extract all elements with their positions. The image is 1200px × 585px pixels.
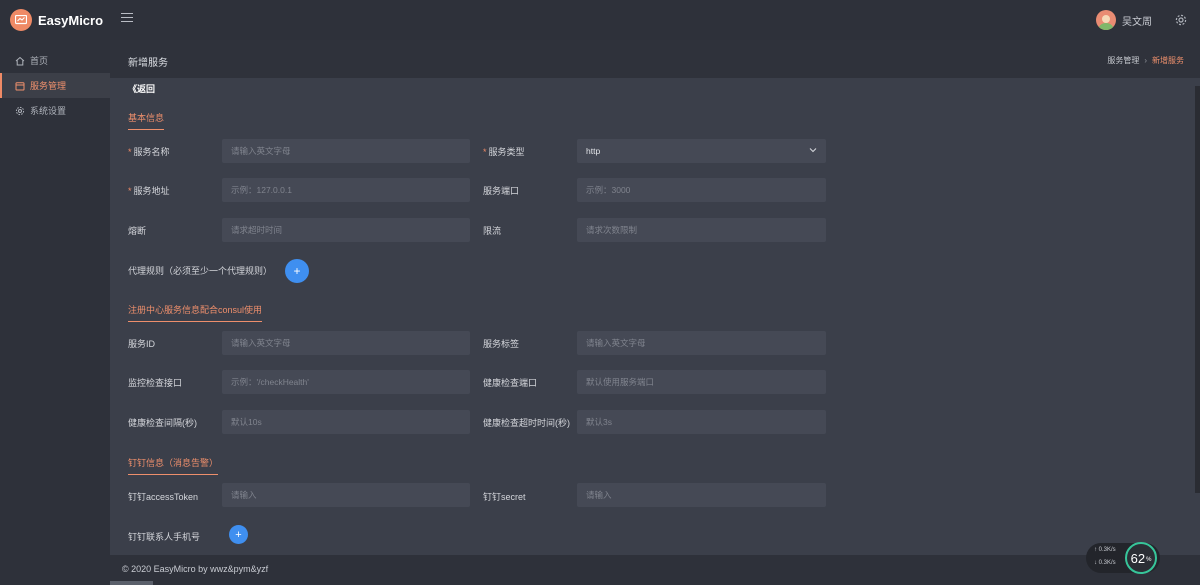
health-port-label: 健康检查端口 [483,378,538,388]
service-form: 《返回 基本信息 * 服务名称 请输入英文字母 * 服务类型 http * 服务地址 … [110,78,1195,555]
service-tags-label: 服务标签 [483,339,520,349]
chevron-down-icon [809,146,817,154]
chevron-right-icon: › [1144,56,1147,65]
service-address-label: * 服务地址 [128,186,170,196]
ding-token-input[interactable]: 请输入 [222,483,470,507]
proxy-rules-label: 代理规则（必须至少一个代理规则） [128,266,273,276]
memory-percent-ring: 62% [1125,542,1157,574]
app-name: EasyMicro [38,12,104,28]
sidebar-item-label: 服务管理 [30,81,67,91]
breadcrumb-current: 新增服务 [1152,56,1184,65]
net-speed-widget[interactable]: ↑ 0.3K/s ↓ 0.3K/s 62% [1086,542,1160,574]
calendar-icon [15,81,25,91]
download-speed: ↓ 0.3K/s [1094,560,1116,566]
sidebar-item-home[interactable]: 首页 [0,48,110,73]
sidebar-item-label: 首页 [30,56,49,66]
ding-phone-label: 钉钉联系人手机号 [128,532,201,542]
service-type-value: http [586,146,601,156]
ding-token-label: 钉钉accessToken [128,492,199,502]
sidebar: 首页 服务管理 系统设置 [0,40,110,585]
top-bar: EasyMicro 吴文周 [0,0,1200,40]
breadcrumb: 服务管理 › 新增服务 [1107,55,1184,66]
health-path-input[interactable]: 示例：'/checkHealth' [222,370,470,394]
content-header: 新增服务 服务管理 › 新增服务 [110,40,1200,78]
section-title-dingtalk: 钉钉信息（消息告警） [128,456,219,475]
health-interval-label: 健康检查间隔(秒) [128,418,197,428]
health-port-input[interactable]: 默认使用服务端口 [577,370,826,394]
rate-limit-label: 限流 [483,226,502,236]
sidebar-item-label: 系统设置 [30,106,67,116]
home-icon [15,56,25,66]
sidebar-item-system-settings[interactable]: 系统设置 [0,98,110,123]
service-tags-input[interactable]: 请输入英文字母 [577,331,826,355]
service-type-select[interactable]: http [577,139,826,163]
sidebar-item-service-management[interactable]: 服务管理 [0,73,110,98]
gear-icon[interactable] [1174,13,1188,27]
add-proxy-rule-button[interactable]: + [285,259,309,283]
add-phone-button[interactable]: + [229,525,248,544]
ding-secret-input[interactable]: 请输入 [577,483,826,507]
service-port-input[interactable]: 示例：3000 [577,178,826,202]
service-name-label: * 服务名称 [128,147,170,157]
service-address-input[interactable]: 示例：127.0.0.1 [222,178,470,202]
health-timeout-input[interactable]: 默认3s [577,410,826,434]
section-title-basic: 基本信息 [128,111,165,130]
app-logo[interactable]: EasyMicro [10,9,103,31]
service-id-input[interactable]: 请输入英文字母 [222,331,470,355]
breadcrumb-parent[interactable]: 服务管理 [1107,56,1139,65]
ding-secret-label: 钉钉secret [483,492,526,502]
scrollbar[interactable] [1195,86,1200,493]
rate-limit-input[interactable]: 请求次数限制 [577,218,826,242]
service-port-label: 服务端口 [483,186,520,196]
circuit-breaker-input[interactable]: 请求超时时间 [222,218,470,242]
upload-speed: ↑ 0.3K/s [1094,547,1116,553]
health-timeout-label: 健康检查超时时间(秒) [483,418,570,428]
user-menu[interactable]: 吴文周 [1096,10,1152,30]
health-path-label: 监控检查接口 [128,378,183,388]
service-type-label: * 服务类型 [483,147,525,157]
section-title-registry: 注册中心服务信息配合consul使用 [128,303,263,322]
user-name: 吴文周 [1122,16,1152,28]
copyright: © 2020 EasyMicro by wwz&pym&yzf [122,564,269,574]
page-title: 新增服务 [128,58,168,69]
menu-toggle-icon[interactable] [121,13,133,25]
bottom-strip [110,581,153,585]
avatar [1096,10,1116,30]
health-interval-input[interactable]: 默认10s [222,410,470,434]
gear-icon [15,106,25,116]
circuit-breaker-label: 熔断 [128,226,147,236]
service-name-input[interactable]: 请输入英文字母 [222,139,470,163]
footer: © 2020 EasyMicro by wwz&pym&yzf [110,555,1200,585]
logo-icon [10,9,32,31]
service-id-label: 服务ID [128,339,156,349]
back-link[interactable]: 《返回 [128,82,155,95]
